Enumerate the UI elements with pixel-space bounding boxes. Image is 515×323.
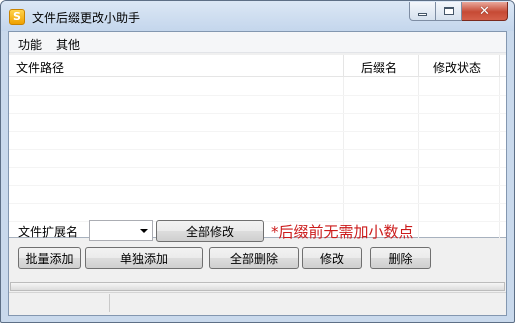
- batch-add-label: 批量添加: [25, 251, 74, 266]
- modify-label: 修改: [319, 251, 344, 266]
- window-controls: ✕: [409, 2, 508, 21]
- column-divider[interactable]: [499, 55, 500, 77]
- modify-all-button[interactable]: 全部修改: [156, 220, 264, 242]
- close-icon: ✕: [479, 3, 490, 19]
- grid-line: [499, 77, 500, 238]
- minimize-icon: [418, 12, 427, 16]
- menu-function[interactable]: 功能: [18, 36, 42, 53]
- column-modify-status[interactable]: 修改状态: [433, 59, 481, 76]
- minimize-button[interactable]: [409, 2, 436, 21]
- grid-line: [9, 167, 506, 168]
- app-window: S 文件后缀更改小助手 ✕ 功能 其他 文件路径 后缀名 修改状态 文件扩展名 …: [0, 0, 515, 323]
- delete-label: 删除: [388, 251, 413, 266]
- grid-line: [9, 149, 506, 150]
- single-add-label: 单独添加: [119, 251, 168, 266]
- progress-bar: [10, 282, 505, 291]
- extension-label: 文件扩展名: [18, 225, 79, 239]
- grid-line: [343, 77, 344, 238]
- grid-line: [9, 131, 506, 132]
- column-divider[interactable]: [343, 55, 344, 77]
- column-suffix[interactable]: 后缀名: [361, 59, 397, 76]
- client-area: 功能 其他 文件路径 后缀名 修改状态 文件扩展名 全部修改 *后缀前无需加小数…: [8, 31, 507, 316]
- status-pane-divider: [109, 294, 110, 312]
- grid-line: [9, 203, 506, 204]
- file-list[interactable]: 文件路径 后缀名 修改状态: [9, 55, 506, 238]
- extension-select[interactable]: [89, 220, 153, 241]
- status-separator: [9, 292, 506, 293]
- delete-all-label: 全部删除: [229, 251, 278, 266]
- single-add-button[interactable]: 单独添加: [85, 247, 203, 269]
- grid-line: [9, 185, 506, 186]
- app-icon: S: [9, 9, 25, 25]
- suffix-hint: *后缀前无需加小数点: [271, 223, 414, 241]
- grid-line: [9, 113, 506, 114]
- menu-bar: 功能 其他: [9, 32, 506, 53]
- batch-add-button[interactable]: 批量添加: [18, 247, 81, 269]
- window-title: 文件后缀更改小助手: [32, 11, 141, 25]
- grid-line: [418, 77, 419, 238]
- column-file-path[interactable]: 文件路径: [16, 59, 64, 76]
- modify-all-label: 全部修改: [185, 224, 234, 239]
- list-header: 文件路径 后缀名 修改状态: [9, 55, 506, 77]
- status-bar: [9, 282, 506, 315]
- column-divider[interactable]: [418, 55, 419, 77]
- delete-button[interactable]: 删除: [370, 247, 431, 269]
- maximize-button[interactable]: [436, 2, 462, 21]
- title-bar[interactable]: S 文件后缀更改小助手 ✕: [1, 1, 514, 31]
- grid-line: [9, 95, 506, 96]
- dropdown-arrow-icon[interactable]: [140, 229, 148, 233]
- delete-all-button[interactable]: 全部删除: [209, 247, 299, 269]
- maximize-icon: [443, 7, 454, 15]
- modify-button[interactable]: 修改: [302, 247, 362, 269]
- close-button[interactable]: ✕: [462, 2, 508, 21]
- menu-other[interactable]: 其他: [56, 36, 80, 53]
